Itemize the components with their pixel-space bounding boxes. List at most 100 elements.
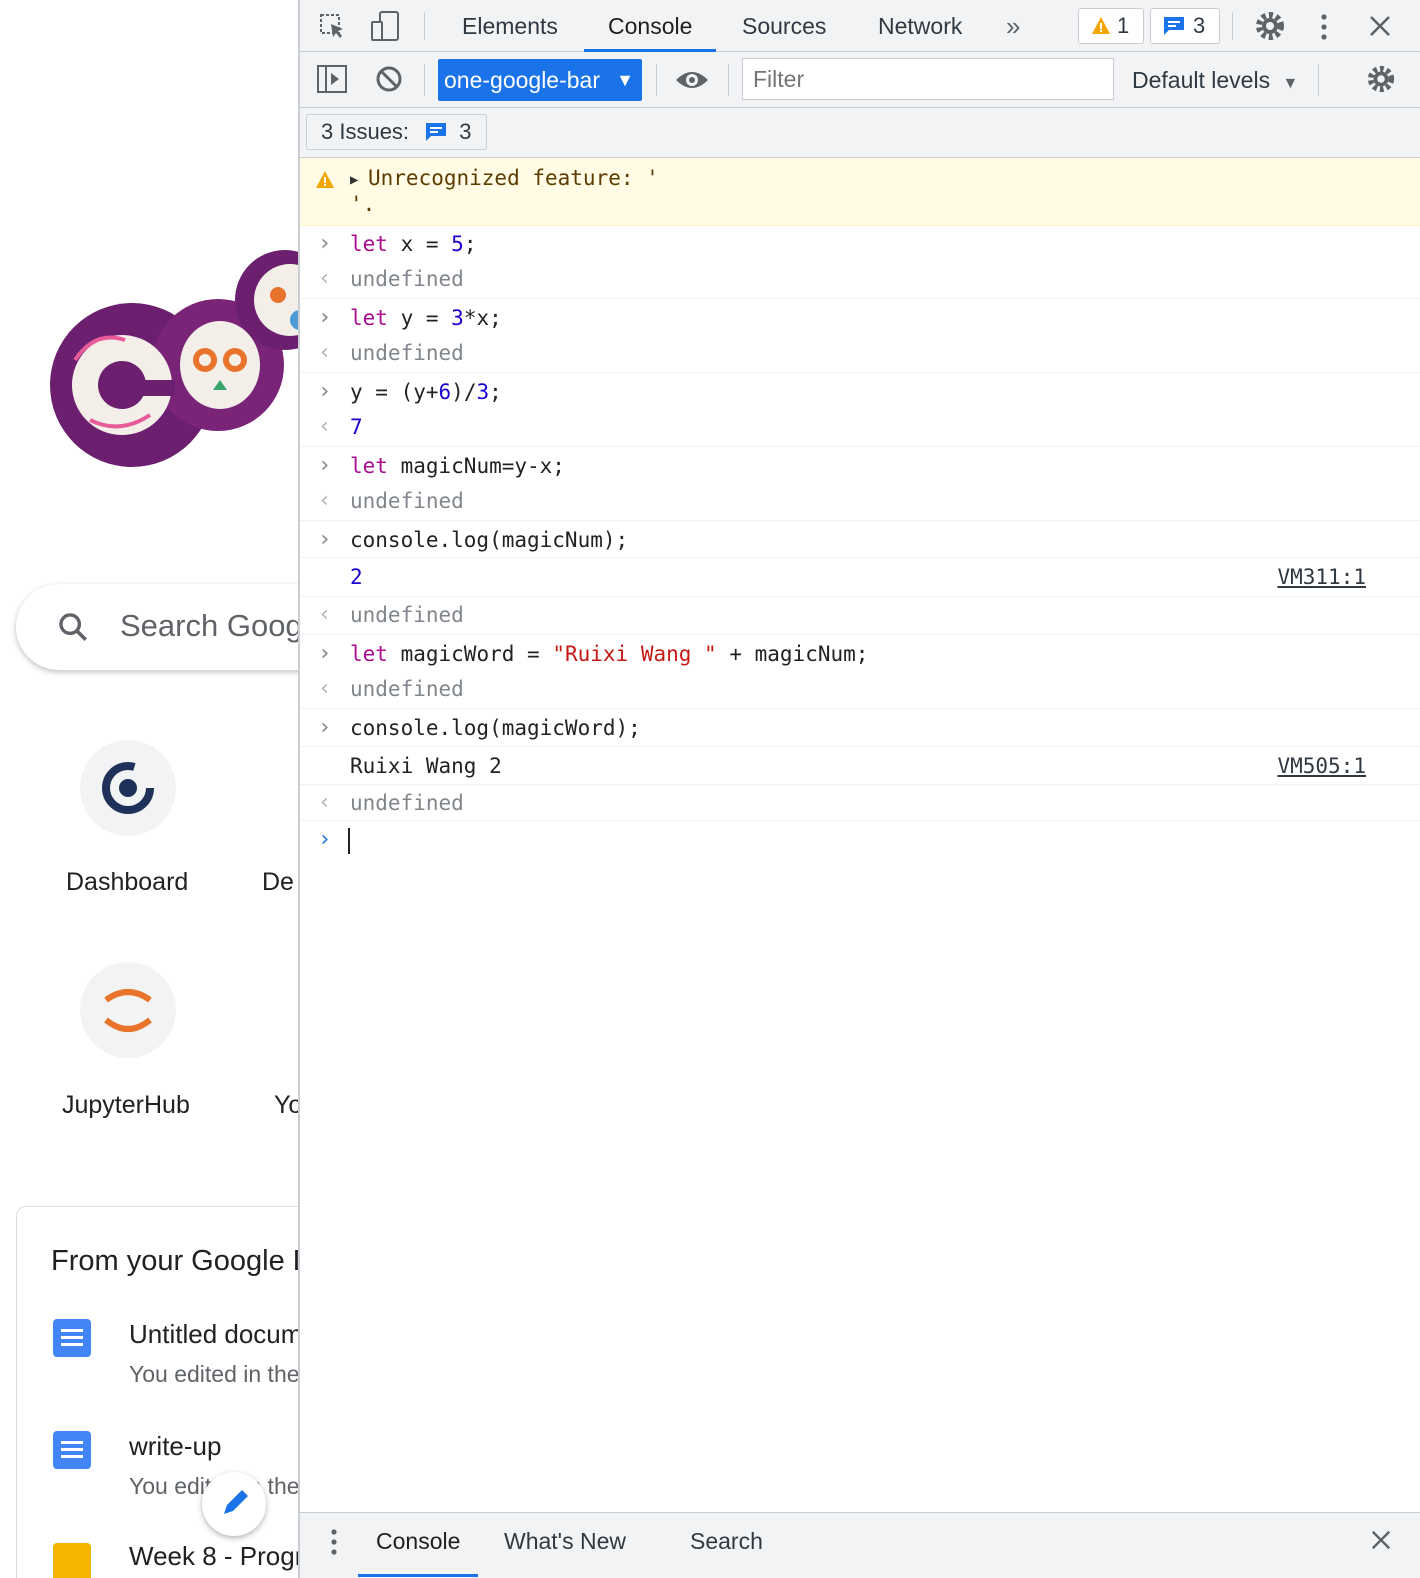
input-prompt-icon: ›	[318, 715, 332, 740]
result-arrow-icon: ‹	[318, 602, 332, 627]
live-expression-eye-icon[interactable]	[674, 66, 710, 94]
result-arrow-icon: ‹	[318, 676, 332, 701]
console-log-output: Ruixi Wang 2	[350, 754, 502, 778]
console-result: undefined	[350, 677, 464, 701]
console-output: ▶ Unrecognized feature: ' '. › let x = 5…	[300, 158, 1420, 1512]
console-result: undefined	[350, 341, 464, 365]
result-arrow-icon: ‹	[318, 790, 332, 815]
warning-count: 1	[1117, 13, 1130, 38]
info-count: 3	[1193, 13, 1206, 38]
console-input[interactable]: let x = 5;	[350, 230, 476, 258]
more-options-icon[interactable]	[1314, 12, 1334, 42]
drawer-tab-bar: Console What's New Search	[300, 1512, 1420, 1578]
pencil-icon	[224, 1490, 248, 1514]
warning-text: Unrecognized feature: '	[368, 166, 659, 190]
doc-title[interactable]: write-up	[129, 1431, 221, 1462]
dropdown-arrow-icon: ▼	[1282, 75, 1299, 92]
result-arrow-icon: ‹	[318, 266, 332, 291]
customize-button[interactable]	[202, 1472, 266, 1536]
issues-button[interactable]: 3 Issues: 3	[306, 114, 487, 150]
search-placeholder: Search Google or type a URL	[120, 608, 300, 643]
tab-network[interactable]: Network	[878, 0, 962, 52]
more-tabs-chevron-icon[interactable]: »	[1006, 0, 1020, 52]
warning-message[interactable]: ▶ Unrecognized feature: ' '.	[300, 158, 1420, 226]
console-result: undefined	[350, 489, 464, 513]
tab-console[interactable]: Console	[584, 0, 717, 52]
drawer-tab-console[interactable]: Console	[358, 1513, 479, 1577]
console-input[interactable]: y = (y+6)/3;	[350, 378, 502, 406]
console-input[interactable]: let y = 3*x;	[350, 304, 502, 332]
tab-elements[interactable]: Elements	[462, 0, 558, 52]
shortcut-label: JupyterHub	[62, 1091, 190, 1119]
warning-text-continued: '.	[350, 192, 376, 216]
doc-subtitle: You edited in the past week	[129, 1361, 300, 1387]
warning-icon	[1092, 17, 1110, 34]
result-arrow-icon: ‹	[318, 488, 332, 513]
device-toolbar-icon[interactable]	[370, 10, 402, 42]
dashboard-logo-icon	[102, 762, 154, 814]
shortcut-jupyterhub[interactable]	[80, 962, 176, 1058]
tab-sources[interactable]: Sources	[742, 0, 826, 52]
warnings-badge[interactable]: 1	[1078, 8, 1144, 44]
console-input[interactable]: console.log(magicNum);	[350, 526, 628, 554]
close-icon[interactable]	[1368, 14, 1392, 38]
console-input[interactable]: let magicNum=y-x;	[350, 452, 565, 480]
result-arrow-icon: ‹	[318, 414, 332, 439]
input-prompt-icon: ›	[318, 527, 332, 552]
context-label: one-google-bar	[444, 67, 601, 93]
console-input[interactable]: console.log(magicWord);	[350, 714, 641, 742]
source-link[interactable]: VM311:1	[1277, 563, 1366, 591]
settings-gear-icon[interactable]	[1254, 10, 1286, 42]
shortcut-label: Yo	[274, 1091, 300, 1119]
console-result: undefined	[350, 267, 464, 291]
google-slides-icon	[53, 1543, 91, 1578]
input-prompt-icon: ›	[318, 641, 332, 666]
source-link[interactable]: VM505:1	[1277, 752, 1366, 780]
console-toolbar: one-google-bar ▼ Default levels ▼	[300, 52, 1420, 108]
console-prompt-input[interactable]	[348, 828, 350, 854]
shortcut-label: De	[262, 868, 294, 896]
console-result: undefined	[350, 603, 464, 627]
drawer-tab-search[interactable]: Search	[690, 1513, 763, 1577]
shortcut-label: Dashboard	[66, 868, 189, 896]
console-log-output: 2	[350, 565, 363, 589]
sidebar-toggle-icon[interactable]	[316, 64, 348, 94]
drawer-menu-icon[interactable]	[326, 1527, 342, 1557]
result-arrow-icon: ‹	[318, 340, 332, 365]
google-doodle[interactable]	[30, 240, 300, 480]
devtools-tab-bar: Elements Console Sources Network » 1 3	[300, 0, 1420, 52]
issues-label: 3 Issues:	[321, 119, 410, 144]
console-result: undefined	[350, 791, 464, 815]
issues-bar: 3 Issues: 3	[300, 108, 1420, 158]
close-drawer-icon[interactable]	[1370, 1529, 1392, 1551]
drawer-tab-whats-new[interactable]: What's New	[504, 1513, 626, 1577]
google-docs-icon	[53, 1319, 91, 1357]
doc-title[interactable]: Week 8 - Programming	[129, 1541, 300, 1572]
input-prompt-icon: ›	[318, 305, 332, 330]
warning-icon	[316, 171, 334, 188]
input-prompt-icon: ›	[318, 453, 332, 478]
filter-input[interactable]	[742, 58, 1114, 100]
issues-count: 3	[459, 119, 472, 144]
search-icon	[59, 613, 88, 642]
dropdown-arrow-icon: ▼	[616, 70, 634, 90]
levels-label: Default levels	[1132, 67, 1271, 93]
console-input[interactable]: let magicWord = "Ruixi Wang " + magicNum…	[350, 640, 868, 668]
shortcut-dashboard[interactable]	[80, 740, 176, 836]
clear-console-icon[interactable]	[374, 64, 404, 94]
issues-badge[interactable]: 3	[1150, 8, 1220, 44]
inspect-element-icon[interactable]	[318, 12, 348, 42]
console-settings-gear-icon[interactable]	[1366, 64, 1396, 94]
message-icon	[1164, 17, 1184, 35]
console-result: 7	[350, 415, 363, 439]
context-selector[interactable]: one-google-bar ▼	[438, 59, 642, 101]
google-docs-icon	[53, 1431, 91, 1469]
message-icon	[426, 123, 447, 141]
card-title: From your Google Drive	[51, 1245, 300, 1277]
google-search-box[interactable]: Search Google or type a URL	[16, 584, 300, 670]
doc-title[interactable]: Untitled document	[129, 1319, 300, 1350]
input-prompt-icon: ›	[318, 231, 332, 256]
log-levels-dropdown[interactable]: Default levels ▼	[1132, 52, 1298, 112]
new-tab-page: Search Google or type a URL Dashboard De…	[0, 0, 300, 1578]
prompt-icon: ›	[318, 827, 332, 852]
